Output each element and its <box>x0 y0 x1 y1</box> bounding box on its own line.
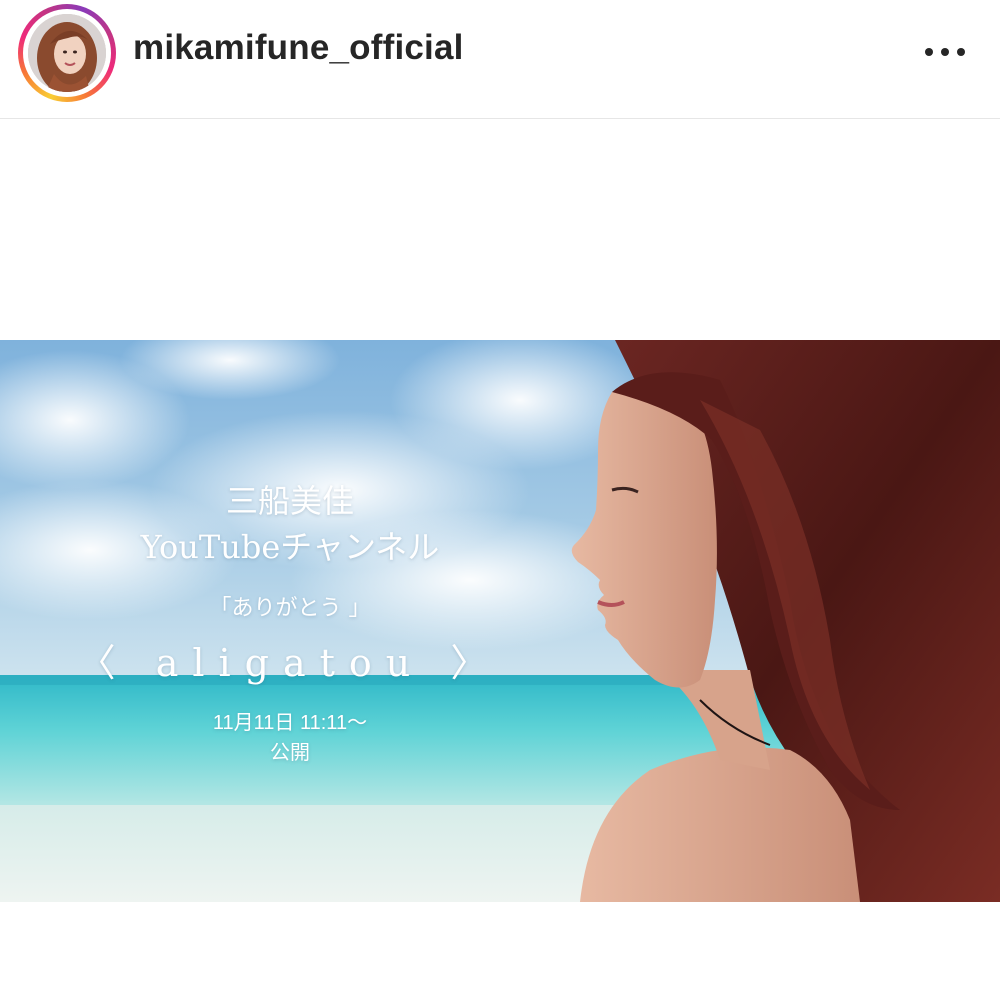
overlay-date: 11月11日 11:11〜 <box>212 712 368 734</box>
more-icon-dot <box>941 48 949 56</box>
overlay-quote: 「ありがとう 」 <box>209 596 371 621</box>
image-text-overlay: 三船美佳 YouTubeチャンネル 「ありがとう 」 〈 aligatou 〉 … <box>0 340 560 902</box>
post-header: mikamifune_official <box>0 0 1000 119</box>
more-icon-dot <box>925 48 933 56</box>
overlay-name: 三船美佳 <box>225 482 354 520</box>
overlay-title: 〈 aligatou 〉 <box>77 641 503 685</box>
avatar-border <box>23 9 111 97</box>
more-options-button[interactable] <box>912 30 978 74</box>
story-ring[interactable] <box>18 4 116 102</box>
avatar-photo <box>28 14 106 92</box>
overlay-release: 公開 <box>270 742 310 764</box>
post-image[interactable]: 三船美佳 YouTubeチャンネル 「ありがとう 」 〈 aligatou 〉 … <box>0 340 1000 902</box>
overlay-channel: YouTubeチャンネル <box>140 528 440 566</box>
username[interactable]: mikamifune_official <box>133 28 464 68</box>
more-icon-dot <box>957 48 965 56</box>
avatar[interactable] <box>28 14 106 92</box>
